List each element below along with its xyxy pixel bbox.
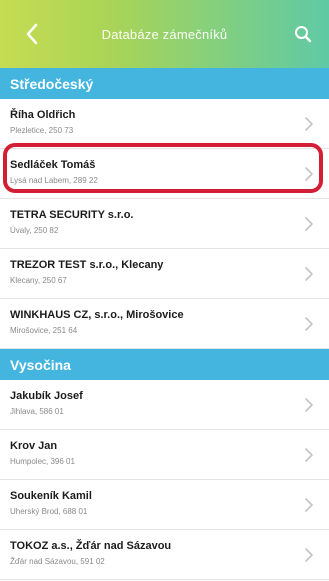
list-item-sedlacek-tomas[interactable]: Sedláček Tomáš Lysá nad Labem, 289 22	[0, 149, 329, 199]
chevron-right-icon	[305, 117, 313, 131]
chevron-left-icon	[26, 23, 38, 45]
item-name: Sedláček Tomáš	[10, 159, 96, 171]
item-name: WINKHAUS CZ, s.r.o., Mirošovice	[10, 309, 184, 321]
top-bar: Databáze zámečníků	[0, 0, 329, 68]
search-icon	[295, 26, 312, 43]
item-address: Humpolec, 396 01	[10, 457, 75, 466]
list-item-soukenik-kamil[interactable]: Soukeník Kamil Uherský Brod, 688 01	[0, 480, 329, 530]
item-name: Jakubík Josef	[10, 390, 83, 402]
list-item-tetra-security[interactable]: TETRA SECURITY s.r.o. Úvaly, 250 82	[0, 199, 329, 249]
list-item-krov-jan[interactable]: Krov Jan Humpolec, 396 01	[0, 430, 329, 480]
section-header-vysocina: Vysočina	[0, 349, 329, 380]
search-button[interactable]	[289, 20, 317, 48]
item-address: Úvaly, 250 82	[10, 226, 59, 235]
item-name: Soukeník Kamil	[10, 490, 92, 502]
chevron-right-icon	[305, 448, 313, 462]
list-item-tokoz[interactable]: TOKOZ a.s., Žďár nad Sázavou Žďár nad Sá…	[0, 530, 329, 580]
page-title: Databáze zámečníků	[101, 26, 228, 42]
chevron-right-icon	[305, 317, 313, 331]
item-name: TREZOR TEST s.r.o., Klecany	[10, 259, 164, 271]
item-address: Mirošovice, 251 64	[10, 326, 78, 335]
list-item-jakubik-josef[interactable]: Jakubík Josef Jihlava, 586 01	[0, 380, 329, 430]
item-name: Říha Oldřich	[10, 109, 76, 121]
item-name: Krov Jan	[10, 440, 58, 452]
item-address: Plezletice, 250 73	[10, 126, 74, 135]
chevron-right-icon	[305, 267, 313, 281]
chevron-right-icon	[305, 217, 313, 231]
chevron-right-icon	[305, 398, 313, 412]
list-item-winkhaus[interactable]: WINKHAUS CZ, s.r.o., Mirošovice Mirošovi…	[0, 299, 329, 349]
item-address: Žďár nad Sázavou, 591 02	[10, 557, 105, 566]
locksmith-database-screen: Databáze zámečníků Středočeský Říha Oldř…	[0, 0, 329, 581]
item-name: TETRA SECURITY s.r.o.	[10, 209, 134, 221]
chevron-right-icon	[305, 167, 313, 181]
item-address: Jihlava, 586 01	[10, 407, 64, 416]
item-name: TOKOZ a.s., Žďár nad Sázavou	[10, 540, 172, 552]
item-address: Klecany, 250 67	[10, 276, 67, 285]
chevron-right-icon	[305, 498, 313, 512]
list-item-trezor-test[interactable]: TREZOR TEST s.r.o., Klecany Klecany, 250…	[0, 249, 329, 299]
chevron-right-icon	[305, 548, 313, 562]
list-item-riha-oldrich[interactable]: Říha Oldřich Plezletice, 250 73	[0, 99, 329, 149]
back-button[interactable]	[18, 20, 46, 48]
item-address: Uherský Brod, 688 01	[10, 507, 88, 516]
item-address: Lysá nad Labem, 289 22	[10, 176, 98, 185]
section-header-stredocesky: Středočeský	[0, 68, 329, 99]
